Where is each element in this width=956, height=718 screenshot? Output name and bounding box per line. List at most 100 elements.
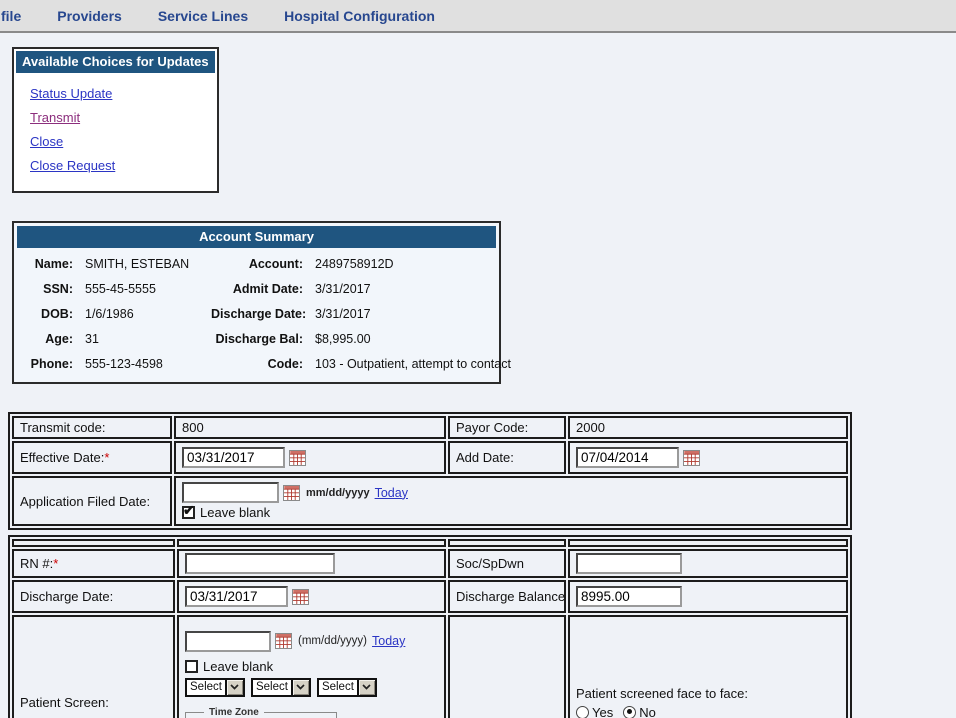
- summary-age-value: 31: [83, 327, 211, 352]
- summary-admit-date-value: 3/31/2017: [313, 277, 511, 302]
- discharge-date-cell: [177, 580, 446, 613]
- summary-ssn-label: SSN:: [19, 277, 83, 302]
- patient-screen-leave-blank-checkbox[interactable]: [185, 660, 198, 673]
- yes-radio[interactable]: [576, 706, 589, 718]
- summary-code-label: Code:: [211, 352, 313, 377]
- summary-discharge-bal-value: $8,995.00: [313, 327, 511, 352]
- discharge-balance-input[interactable]: [576, 586, 682, 607]
- effective-date-cell: [174, 441, 446, 474]
- face-to-face-options: Yes No: [576, 705, 840, 718]
- spacer-cell: [568, 539, 848, 547]
- link-close[interactable]: Close: [30, 135, 215, 148]
- calendar-icon[interactable]: [289, 450, 306, 466]
- soc-spdwn-input[interactable]: [576, 553, 682, 574]
- select-value: Select: [187, 680, 225, 695]
- nav-item-service-lines[interactable]: Service Lines: [158, 8, 248, 24]
- summary-age-label: Age:: [19, 327, 83, 352]
- summary-account-value: 2489758912D: [313, 252, 511, 277]
- time-zone-legend: Time Zone: [204, 707, 264, 718]
- face-to-face-label: Patient screened face to face:: [576, 686, 840, 701]
- table-row: Effective Date:* Add Date:: [12, 441, 848, 474]
- summary-dob-label: DOB:: [19, 302, 83, 327]
- calendar-icon[interactable]: [683, 450, 700, 466]
- account-summary-panel: Account Summary Name: SMITH, ESTEBAN Acc…: [12, 221, 501, 384]
- spacer-cell: [12, 539, 175, 547]
- account-summary-grid: Name: SMITH, ESTEBAN Account: 2489758912…: [17, 248, 496, 379]
- select-value: Select: [253, 680, 291, 695]
- transmit-code-label: Transmit code:: [12, 416, 172, 439]
- link-transmit[interactable]: Transmit: [30, 111, 215, 124]
- no-radio[interactable]: [623, 706, 636, 718]
- chevron-down-icon: [225, 680, 243, 695]
- calendar-icon[interactable]: [292, 589, 309, 605]
- rn-number-input[interactable]: [185, 553, 335, 574]
- date-format-hint: mm/dd/yyyy: [306, 487, 370, 499]
- effective-date-label: Effective Date:*: [12, 441, 172, 474]
- soc-spdwn-cell: [568, 549, 848, 578]
- soc-spdwn-label: Soc/SpDwn: [448, 549, 566, 578]
- time-zone-fieldset: Time Zone CST EST MST PST: [185, 707, 337, 718]
- discharge-balance-label: Discharge Balance:*: [448, 580, 566, 613]
- patient-screen-select-1[interactable]: Select: [185, 678, 245, 697]
- discharge-date-input[interactable]: [185, 586, 288, 607]
- table-row: Transmit code: 800 Payor Code: 2000: [12, 416, 848, 439]
- required-marker: *: [53, 556, 58, 571]
- chevron-down-icon: [357, 680, 375, 695]
- summary-dob-value: 1/6/1986: [83, 302, 211, 327]
- table-row: [12, 539, 848, 547]
- add-date-cell: [568, 441, 848, 474]
- rn-number-label: RN #:*: [12, 549, 175, 578]
- payor-code-value: 2000: [568, 416, 848, 439]
- patient-screen-today-link[interactable]: Today: [372, 634, 405, 648]
- table-row: Application Filed Date: mm/dd/yyyy Today…: [12, 476, 848, 526]
- account-summary-header: Account Summary: [17, 226, 496, 248]
- patient-screen-select-2[interactable]: Select: [251, 678, 311, 697]
- required-marker: *: [104, 450, 109, 465]
- transmit-code-value: 800: [174, 416, 446, 439]
- application-filed-date-input[interactable]: [182, 482, 279, 503]
- available-choices-header: Available Choices for Updates: [16, 51, 215, 73]
- calendar-icon[interactable]: [275, 633, 292, 649]
- calendar-icon[interactable]: [283, 485, 300, 501]
- nav-item-file[interactable]: file: [1, 8, 21, 24]
- available-choices-links: Status Update Transmit Close Close Reque…: [16, 73, 215, 189]
- yes-label: Yes: [592, 705, 613, 718]
- available-choices-panel: Available Choices for Updates Status Upd…: [12, 47, 219, 193]
- patient-screen-select-3[interactable]: Select: [317, 678, 377, 697]
- face-to-face-no: No: [623, 705, 656, 718]
- summary-discharge-bal-label: Discharge Bal:: [211, 327, 313, 352]
- patient-screen-date-input[interactable]: [185, 631, 271, 652]
- summary-code-value: 103 - Outpatient, attempt to contact: [313, 352, 511, 377]
- transmit-form-table: Transmit code: 800 Payor Code: 2000 Effe…: [8, 412, 852, 530]
- nav-item-providers[interactable]: Providers: [57, 8, 122, 24]
- link-status-update[interactable]: Status Update: [30, 87, 215, 100]
- nav-item-hospital-configuration[interactable]: Hospital Configuration: [284, 8, 435, 24]
- page-content: Available Choices for Updates Status Upd…: [0, 33, 956, 718]
- empty-cell: [448, 615, 566, 718]
- add-date-label: Add Date:: [448, 441, 566, 474]
- select-value: Select: [319, 680, 357, 695]
- app-filed-leave-blank-checkbox[interactable]: [182, 506, 195, 519]
- discharge-balance-label-text: Discharge Balance:: [456, 589, 566, 604]
- table-row: RN #:* Soc/SpDwn: [12, 549, 848, 578]
- summary-discharge-date-value: 3/31/2017: [313, 302, 511, 327]
- summary-account-label: Account:: [211, 252, 313, 277]
- summary-discharge-date-label: Discharge Date:: [211, 302, 313, 327]
- discharge-balance-cell: [568, 580, 848, 613]
- add-date-input[interactable]: [576, 447, 679, 468]
- application-filed-date-label: Application Filed Date:: [12, 476, 172, 526]
- payor-code-label: Payor Code:: [448, 416, 566, 439]
- leave-blank-label: Leave blank: [200, 505, 270, 520]
- summary-admit-date-label: Admit Date:: [211, 277, 313, 302]
- summary-phone-value: 555-123-4598: [83, 352, 211, 377]
- effective-date-input[interactable]: [182, 447, 285, 468]
- patient-form-table: RN #:* Soc/SpDwn Discharge Date: Dischar…: [8, 535, 852, 718]
- link-close-request[interactable]: Close Request: [30, 159, 215, 172]
- rn-number-label-text: RN #:: [20, 556, 53, 571]
- summary-name-label: Name:: [19, 252, 83, 277]
- spacer-cell: [448, 539, 566, 547]
- no-label: No: [639, 705, 656, 718]
- date-format-hint: (mm/dd/yyyy): [298, 635, 367, 647]
- app-filed-today-link[interactable]: Today: [375, 486, 408, 500]
- face-to-face-yes: Yes: [576, 705, 613, 718]
